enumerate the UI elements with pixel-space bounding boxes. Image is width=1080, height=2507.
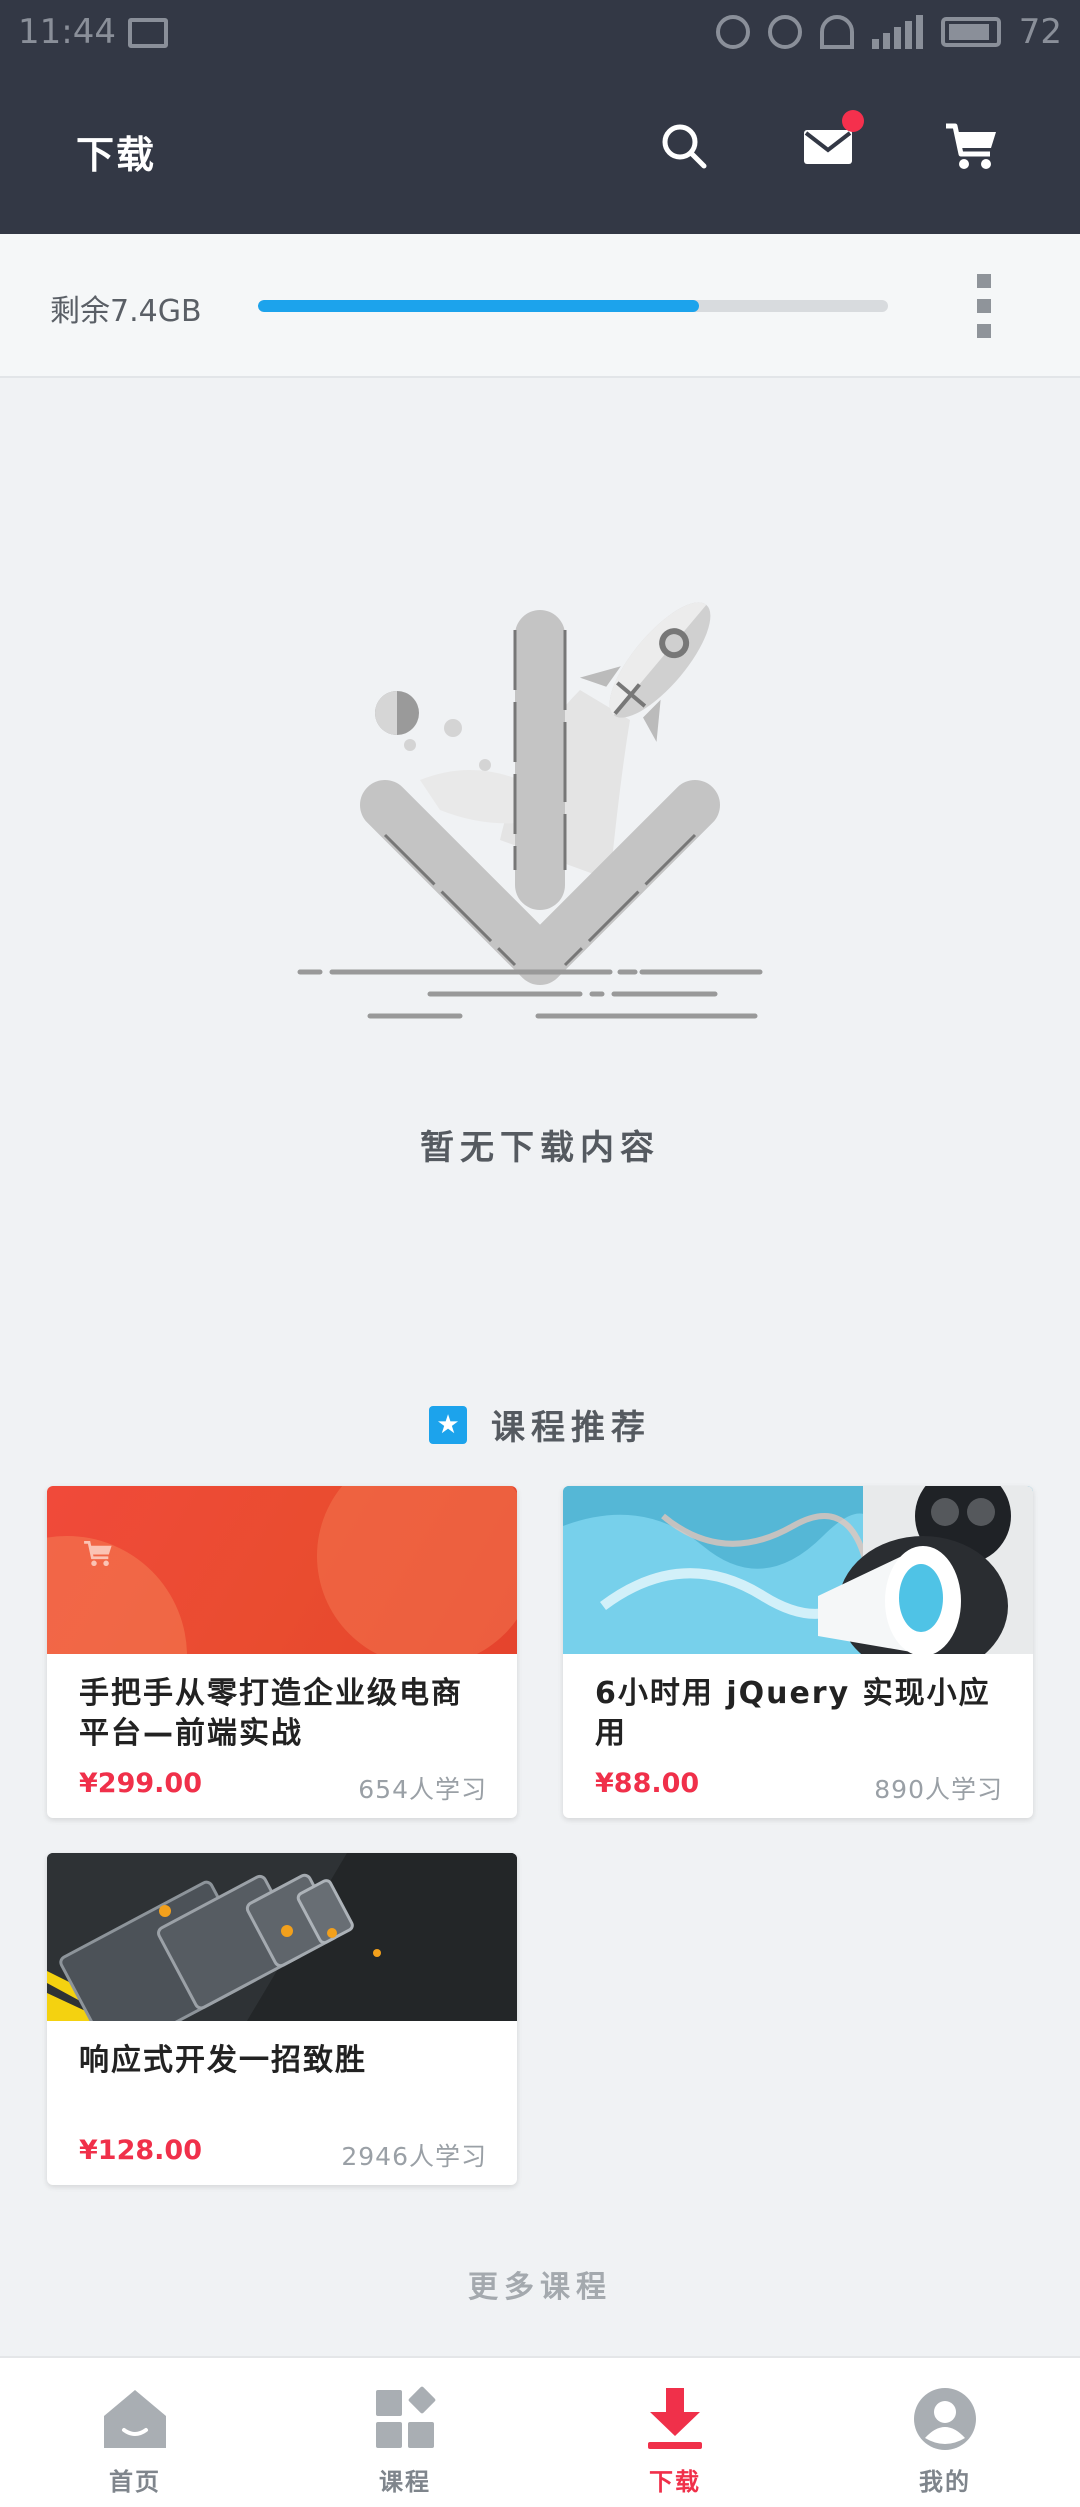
screenshot-notification-icon: [128, 18, 168, 48]
more-options-button[interactable]: [968, 274, 1000, 338]
tab-label: 下载: [649, 2468, 701, 2496]
star-icon: ★: [429, 1405, 467, 1444]
battery-level: 72: [1018, 12, 1062, 52]
notification-badge: [842, 110, 864, 132]
tab-profile[interactable]: 我的: [810, 2358, 1080, 2507]
course-thumbnail: [47, 1853, 517, 2021]
empty-download-illustration: [297, 602, 763, 1019]
course-learners: 654人学习: [358, 1775, 487, 1804]
courses-icon: [376, 2386, 436, 2448]
messages-button[interactable]: [800, 110, 864, 174]
recommend-title: 课程推荐: [491, 1408, 651, 1448]
signal-icon: [871, 15, 923, 49]
tab-home[interactable]: 首页: [0, 2358, 270, 2507]
search-button[interactable]: [656, 118, 712, 174]
storage-progress-fill: [258, 300, 699, 312]
wifi-icon: [819, 15, 854, 49]
tab-courses[interactable]: 课程: [270, 2358, 540, 2507]
course-thumbnail: [563, 1486, 1033, 1654]
course-price: ¥88.00: [595, 1768, 700, 1799]
cart-button[interactable]: [944, 118, 1000, 174]
storage-progress: [258, 300, 888, 312]
battery-icon: [940, 17, 1001, 47]
cart-icon: [946, 123, 996, 169]
storage-bar: 剩余7.4GB: [0, 234, 1080, 378]
course-price: ¥128.00: [79, 2135, 202, 2166]
course-price: ¥299.00: [79, 1768, 202, 1799]
download-icon: [648, 2388, 702, 2449]
more-vertical-icon: [977, 274, 991, 288]
app-header: 11:44 72 下载: [0, 0, 1080, 234]
status-icons: 72: [715, 12, 1062, 52]
storage-remaining: 剩余7.4GB: [50, 294, 202, 329]
status-time: 11:44: [18, 12, 116, 52]
course-card[interactable]: 响应式开发一招致胜 ¥128.00 2946人学习: [47, 1853, 517, 2185]
course-card[interactable]: 手把手从零打造企业级电商平台—前端实战 ¥299.00 654人学习: [47, 1486, 517, 1818]
recommend-header: ★ 课程推荐: [0, 1400, 1080, 1449]
course-learners: 890人学习: [874, 1775, 1003, 1804]
page-title: 下载: [76, 133, 157, 177]
course-title: 响应式开发一招致胜: [79, 2043, 367, 2078]
course-thumbnail: [47, 1486, 517, 1654]
status-bar: 11:44 72: [0, 0, 1080, 64]
course-title: 手把手从零打造企业级电商平台—前端实战: [79, 1676, 463, 1751]
more-courses-link[interactable]: 更多课程: [0, 2262, 1080, 2306]
tab-label: 课程: [379, 2468, 431, 2496]
course-title: 6小时用 jQuery 实现小应用: [595, 1676, 991, 1751]
tab-label: 我的: [919, 2468, 971, 2496]
bottom-tab-bar: 首页 课程 下载 我的: [0, 2356, 1080, 2507]
search-icon: [662, 124, 707, 169]
home-icon: [104, 2390, 166, 2448]
course-learners: 2946人学习: [341, 2142, 487, 2171]
profile-icon: [914, 2388, 976, 2450]
empty-message: 暂无下载内容: [420, 1128, 660, 1168]
alarm-icon: [767, 15, 802, 49]
course-card[interactable]: 6小时用 jQuery 实现小应用 ¥88.00 890人学习: [563, 1486, 1033, 1818]
vibrate-icon: [715, 15, 750, 49]
tab-label: 首页: [109, 2468, 161, 2496]
tab-download[interactable]: 下载: [540, 2358, 810, 2507]
